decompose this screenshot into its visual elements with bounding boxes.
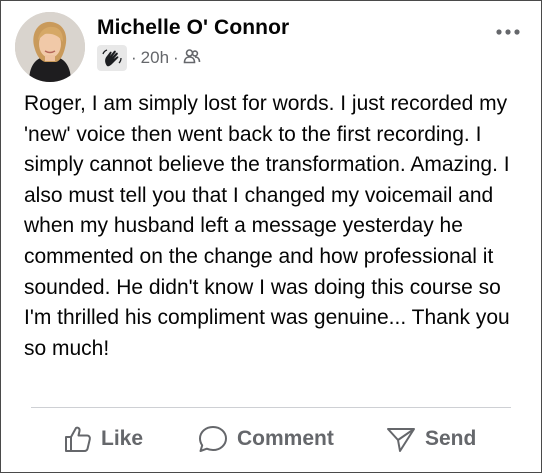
like-button[interactable]: Like: [63, 413, 143, 465]
more-options-icon[interactable]: [493, 22, 523, 42]
thumbs-up-icon: [63, 424, 93, 454]
author-name[interactable]: Michelle O' Connor: [97, 16, 289, 40]
post-body: Roger, I am simply lost for words. I jus…: [24, 92, 510, 360]
comment-button[interactable]: Comment: [197, 413, 334, 465]
post-card: Michelle O' Connor · 20h · Roger, I am s…: [0, 0, 542, 473]
avatar[interactable]: [15, 12, 85, 82]
post-time[interactable]: 20h: [141, 48, 169, 68]
meta-separator: ·: [131, 48, 137, 67]
like-label: Like: [101, 427, 144, 450]
send-label: Send: [425, 427, 477, 450]
divider: [31, 407, 511, 408]
comment-label: Comment: [237, 427, 334, 450]
action-bar: Like Comment Send: [1, 413, 541, 465]
send-icon: [385, 424, 417, 454]
friends-audience-icon[interactable]: [183, 47, 201, 70]
avatar-image: [15, 12, 85, 82]
post-meta: · 20h ·: [97, 45, 201, 71]
meta-separator-2: ·: [173, 48, 179, 67]
hand-badge-icon[interactable]: [97, 45, 127, 71]
post-header: Michelle O' Connor · 20h ·: [15, 12, 527, 82]
comment-bubble-icon: [197, 424, 229, 454]
send-button[interactable]: Send: [385, 413, 476, 465]
